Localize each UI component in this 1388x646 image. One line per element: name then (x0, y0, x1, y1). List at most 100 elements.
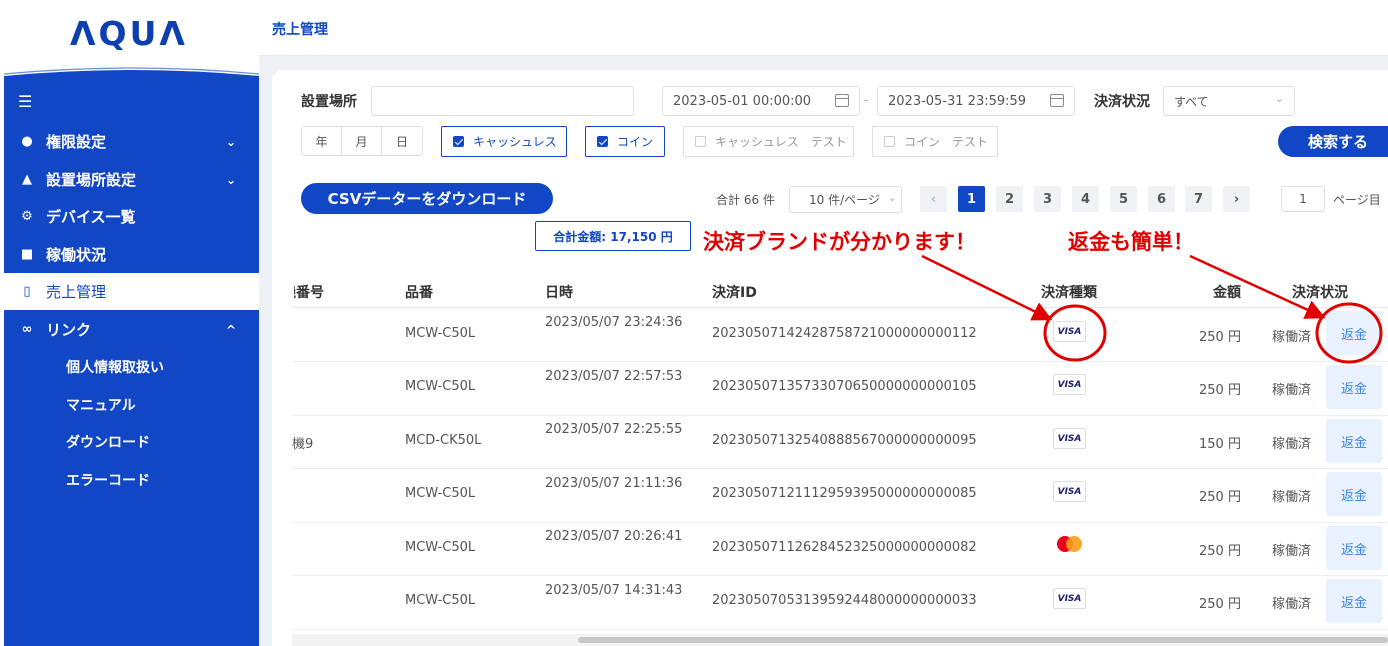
sidebar-subitem-error-codes[interactable]: エラーコード (4, 461, 259, 498)
refund-button[interactable]: 返金 (1326, 365, 1382, 409)
sidebar-item-sales[interactable]: ▯ 売上管理 (4, 273, 259, 310)
total-count: 合計 66 件 (716, 193, 775, 207)
row-divider (292, 629, 1388, 630)
date-from-input[interactable]: 2023-05-01 00:00:00 (662, 86, 860, 116)
sidebar-item-status[interactable]: ■ 稼働状況 (4, 236, 259, 273)
status-select[interactable]: すべて ⌄ (1163, 86, 1295, 116)
calendar-icon (1050, 94, 1064, 107)
sidebar-subitem-label: マニュアル (66, 397, 136, 414)
cell-datetime: 2023/05/07 22:25:55 (545, 422, 683, 437)
cell-payment-id: 20230507053139592448000000000033 (712, 593, 977, 608)
location-label: 設置場所 (301, 94, 357, 110)
sidebar-item-label: リンク (46, 321, 92, 339)
refund-button[interactable]: 返金 (1326, 579, 1382, 623)
chevron-down-icon: ⌄ (1274, 92, 1284, 105)
refund-button[interactable]: 返金 (1326, 419, 1382, 463)
next-page-button[interactable]: › (1223, 186, 1250, 212)
cell-status: 稼働済 (1272, 437, 1312, 452)
checkbox-label: コイン テスト (904, 135, 989, 149)
segment-year[interactable]: 年 (301, 126, 342, 156)
checkbox-label: コイン (617, 135, 654, 149)
page-button-4[interactable]: 4 (1072, 186, 1099, 212)
refund-button[interactable]: 返金 (1326, 526, 1382, 570)
calendar-icon (835, 94, 849, 107)
cell-status: 稼働済 (1272, 383, 1312, 398)
sidebar-item-label: 権限設定 (46, 133, 107, 151)
column-header-product: 品番 (405, 285, 433, 301)
page-button-2[interactable]: 2 (996, 186, 1023, 212)
cell-status: 稼働済 (1272, 544, 1312, 559)
page-size-select[interactable]: 10 件/ページ ⌄ (789, 186, 902, 213)
link-icon: ∞ (21, 322, 33, 337)
header: 売上管理 (259, 0, 1388, 56)
refund-button[interactable]: 返金 (1326, 311, 1382, 355)
visa-icon: VISA (1053, 321, 1086, 342)
checkbox-coin[interactable]: コイン (585, 126, 665, 157)
cell-payment-id: 20230507132540888567000000000095 (712, 433, 977, 448)
cell-payment-id: 20230507135733070650000000000105 (712, 379, 977, 394)
chevron-up-icon: ^ (226, 322, 237, 337)
sidebar-subitem-download[interactable]: ダウンロード (4, 423, 259, 460)
chevron-down-icon: ⌄ (226, 172, 237, 187)
visa-icon: VISA (1053, 481, 1086, 502)
sidebar-item-devices[interactable]: ⚙ デバイス一覧 (4, 198, 259, 235)
horizontal-scrollbar[interactable] (292, 634, 1388, 646)
checkbox-cashless-test[interactable]: キャッシュレス テスト (683, 126, 854, 157)
cell-status: 稼働済 (1272, 490, 1312, 505)
cell-amount: 150 円 (1199, 437, 1241, 452)
cell-datetime: 2023/05/07 21:11:36 (545, 476, 683, 491)
checkbox-coin-test[interactable]: コイン テスト (872, 126, 998, 157)
annotation-refund-note: 返金も簡単！ (1068, 230, 1194, 254)
row-divider (292, 522, 1388, 523)
location-input[interactable] (371, 86, 634, 116)
checkbox-checked-icon (597, 136, 608, 147)
mastercard-logo (1057, 536, 1082, 552)
cell-payment-id: 20230507112628452325000000000082 (712, 540, 977, 555)
page-jump-input[interactable]: 1 (1281, 186, 1325, 212)
sidebar-item-links[interactable]: ∞ リンク ^ (4, 311, 259, 348)
csv-download-button[interactable]: CSVデーターをダウンロード (301, 183, 553, 214)
sidebar-subitem-label: 個人情報取扱い (66, 359, 164, 376)
segment-month[interactable]: 月 (341, 126, 382, 156)
cell-status: 稼働済 (1272, 330, 1312, 345)
checkbox-checked-icon (453, 136, 464, 147)
page-button-7[interactable]: 7 (1185, 186, 1212, 212)
gear-icon: ⚙ (21, 209, 33, 224)
date-to-input[interactable]: 2023-05-31 23:59:59 (877, 86, 1075, 116)
cell-amount: 250 円 (1199, 544, 1241, 559)
visa-icon: VISA (1053, 588, 1086, 609)
logo-area: ΛQUΛ (4, 0, 259, 80)
page-size-value: 10 件/ページ (809, 193, 880, 207)
prev-page-button[interactable]: ‹ (920, 186, 947, 212)
search-button[interactable]: 検索する (1278, 126, 1388, 157)
refund-button[interactable]: 返金 (1326, 472, 1382, 516)
page-jump-label: ページ目 (1333, 193, 1381, 207)
cell-payment-id: 20230507142428758721000000000112 (712, 326, 977, 341)
sidebar-item-label: 稼働状況 (46, 246, 107, 264)
sidebar-subitem-manual[interactable]: マニュアル (4, 386, 259, 423)
sidebar-item-permissions[interactable]: ● 権限設定 ⌄ (4, 123, 259, 160)
cell-product: MCW-C50L (405, 379, 476, 394)
cell-product: MCW-C50L (405, 540, 476, 555)
row-divider (292, 361, 1388, 362)
cell-product: MCW-C50L (405, 593, 476, 608)
segment-day[interactable]: 日 (381, 126, 423, 156)
page-button-1[interactable]: 1 (958, 186, 985, 212)
column-header-payment-type: 決済種類 (1041, 285, 1097, 301)
cell-amount: 250 円 (1199, 490, 1241, 505)
visa-icon: VISA (1053, 428, 1086, 449)
scrollbar-thumb[interactable] (578, 637, 1388, 643)
column-header-status: 決済状況 (1292, 285, 1348, 301)
sidebar-subitem-label: エラーコード (66, 472, 150, 489)
app-root: ΛQUΛ ☰ ● 権限設定 ⌄ ▲ 設置場所設定 ⌄ ⚙ デバイス一覧 ■ 稼働… (0, 0, 1388, 646)
sidebar-item-location-settings[interactable]: ▲ 設置場所設定 ⌄ (4, 161, 259, 198)
page-button-5[interactable]: 5 (1110, 186, 1137, 212)
menu-toggle-icon[interactable]: ☰ (18, 92, 38, 112)
sidebar-subitem-label: ダウンロード (66, 434, 150, 451)
checkbox-cashless[interactable]: キャッシュレス (441, 126, 567, 157)
sidebar-subitem-privacy[interactable]: 個人情報取扱い (4, 348, 259, 385)
header-divider (292, 307, 1388, 308)
page-button-3[interactable]: 3 (1034, 186, 1061, 212)
page-button-6[interactable]: 6 (1148, 186, 1175, 212)
row-divider (292, 575, 1388, 576)
